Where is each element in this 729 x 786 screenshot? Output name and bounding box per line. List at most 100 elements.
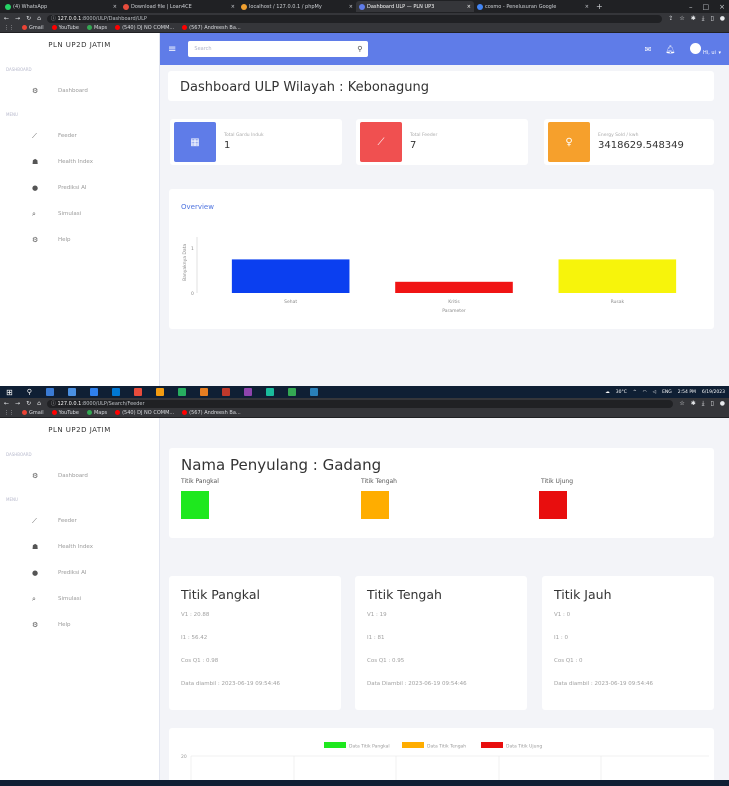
sidebar-item-health-index[interactable]: ☗ Health Index (0, 534, 159, 560)
browser-tab[interactable]: cosmo - Penelusuran Google × (474, 1, 592, 12)
youtube-icon (182, 410, 188, 415)
envelope-icon[interactable]: ✉ (645, 45, 652, 54)
bookmark-item[interactable]: Gmail (22, 410, 44, 416)
close-tab-icon[interactable]: × (465, 4, 471, 10)
browser-tab[interactable]: Download file | Loan4CE × (120, 1, 238, 12)
bookmark-star-icon[interactable]: ☆ (679, 400, 684, 407)
app-icon[interactable] (199, 388, 208, 396)
forward-icon[interactable]: → (15, 15, 20, 22)
sidebar-item-help[interactable]: ⚙ Help (0, 227, 159, 253)
sidebar-item-prediksi-ai[interactable]: ● Prediksi AI (0, 175, 159, 201)
close-tab-icon[interactable]: × (347, 4, 353, 10)
topbar: ≡ Search ⚲ ✉ 🔔︎ Hi, ui ▾ (160, 33, 729, 65)
reload-icon[interactable]: ↻ (26, 15, 31, 22)
app-icon[interactable] (177, 388, 186, 396)
app-icon[interactable] (155, 388, 164, 396)
sidepanel-icon[interactable]: ▯ (710, 15, 713, 22)
home-icon[interactable]: ⌂ (37, 400, 41, 407)
share-icon[interactable]: ⇪ (668, 15, 673, 22)
legend-label-tengah: Data Titik Tengah (427, 744, 466, 750)
apps-icon[interactable]: ⋮⋮ (4, 25, 14, 31)
bookmark-item[interactable]: YouTube (51, 25, 79, 31)
reload-icon[interactable]: ↻ (26, 400, 31, 407)
sidebar-item-dashboard[interactable]: ⚙ Dashboard (0, 78, 159, 104)
back-icon[interactable]: ← (4, 15, 9, 22)
user-menu[interactable]: Hi, ui ▾ (689, 42, 721, 56)
bookmark-item[interactable]: YouTube (51, 410, 79, 416)
maps-icon (86, 410, 92, 415)
robot-icon: ● (32, 569, 39, 577)
app-icon[interactable] (133, 388, 142, 396)
weather-icon[interactable]: ☁ (605, 390, 610, 395)
lamp-label-tengah: Titik Tengah (361, 478, 397, 485)
maximize-icon[interactable]: □ (703, 3, 710, 11)
sidebar-item-simulasi[interactable]: ⌕ Simulasi (0, 201, 159, 227)
hamburger-menu-icon[interactable]: ≡ (168, 44, 176, 55)
browser-tab-active[interactable]: Dashboard ULP — PLN UP3 × (356, 1, 474, 12)
network-icon[interactable]: ◠ (643, 390, 647, 395)
bookmark-item[interactable]: (567) Andreesh Ba... (182, 25, 241, 31)
download-icon[interactable]: ⤓ (702, 400, 705, 408)
volume-icon[interactable]: ◁ (653, 390, 656, 395)
bookmark-item[interactable]: Maps (86, 410, 107, 416)
windows-start-icon[interactable]: ⊞ (6, 388, 13, 397)
bookmark-item[interactable]: (567) Andreesh Ba... (182, 410, 241, 416)
search-icon[interactable]: ⚲ (357, 45, 362, 53)
browser-tab[interactable]: localhost / 127.0.0.1 / phpMy × (238, 1, 356, 12)
apps-icon[interactable]: ⋮⋮ (4, 410, 14, 416)
close-tab-icon[interactable]: × (229, 4, 235, 10)
stat-card-energy: ♀ Energy Sold / kwh 3418629.548349 (544, 119, 714, 165)
home-icon[interactable]: ⌂ (37, 15, 41, 22)
search-icon[interactable]: ⚲ (27, 388, 32, 396)
calculator-icon: ▦ (174, 122, 216, 162)
extensions-icon[interactable]: ✱ (691, 400, 696, 407)
task-view-icon[interactable] (45, 388, 54, 396)
app-icon[interactable] (67, 388, 76, 396)
extensions-icon[interactable]: ✱ (691, 15, 696, 22)
new-tab-icon[interactable]: + (592, 2, 607, 11)
brand-title[interactable]: PLN UP2D JATIM (0, 41, 159, 59)
bookmark-item[interactable]: (540) DJ NO COMM... (115, 410, 174, 416)
point-card-pangkal: Titik Pangkal V1 : 20.88 I1 : 56.42 Cos … (169, 576, 341, 710)
app-icon[interactable] (243, 388, 252, 396)
bookmark-item[interactable]: (540) DJ NO COMM... (115, 25, 174, 31)
minimize-icon[interactable]: – (689, 3, 693, 11)
url-field[interactable]: ⓘ 127.0.0.1:8000/ULP/Search/Feeder (46, 399, 674, 408)
avatar (689, 42, 701, 54)
chrome-icon[interactable] (287, 388, 296, 396)
sidebar-item-help[interactable]: ⚙ Help (0, 612, 159, 638)
tab-favicon-icon (477, 3, 483, 10)
close-tab-icon[interactable]: × (583, 4, 589, 10)
brand-title[interactable]: PLN UP2D JATIM (0, 426, 159, 444)
download-icon[interactable]: ⤓ (702, 15, 705, 23)
close-tab-icon[interactable]: × (111, 4, 117, 10)
close-window-icon[interactable]: × (719, 3, 725, 11)
sidebar-item-simulasi[interactable]: ⌕ Simulasi (0, 586, 159, 612)
app-icon[interactable] (265, 388, 274, 396)
back-icon[interactable]: ← (4, 400, 9, 407)
app-icon[interactable] (89, 388, 98, 396)
sidebar-item-feeder[interactable]: ⟋ Feeder (0, 508, 159, 534)
sidepanel-icon[interactable]: ▯ (710, 400, 713, 407)
youtube-icon (115, 25, 121, 30)
profile-icon[interactable]: ● (720, 400, 725, 407)
sidebar-item-feeder[interactable]: ⟋ Feeder (0, 123, 159, 149)
tab-favicon-icon (5, 3, 11, 10)
forward-icon[interactable]: → (15, 400, 20, 407)
bookmark-item[interactable]: Maps (86, 25, 107, 31)
windows-taskbar-bottom (0, 780, 729, 786)
bookmark-star-icon[interactable]: ☆ (679, 15, 684, 22)
sidebar-item-health-index[interactable]: ☗ Health Index (0, 149, 159, 175)
app-icon[interactable] (309, 388, 318, 396)
sidebar-item-dashboard[interactable]: ⚙ Dashboard (0, 463, 159, 489)
browser-tab[interactable]: (4) WhatsApp × (2, 1, 120, 12)
bell-icon[interactable]: 🔔︎ (665, 45, 675, 54)
profile-icon[interactable]: ● (720, 15, 725, 22)
tray-chevron-icon[interactable]: ^ (633, 390, 637, 395)
app-icon[interactable] (221, 388, 230, 396)
search-input[interactable]: Search ⚲ (188, 41, 369, 57)
bookmark-item[interactable]: Gmail (22, 25, 44, 31)
sidebar-item-prediksi-ai[interactable]: ● Prediksi AI (0, 560, 159, 586)
url-field[interactable]: ⓘ 127.0.0.1:8000/ULP/Dashboard/ULP (46, 14, 663, 23)
vscode-icon[interactable] (111, 388, 120, 396)
